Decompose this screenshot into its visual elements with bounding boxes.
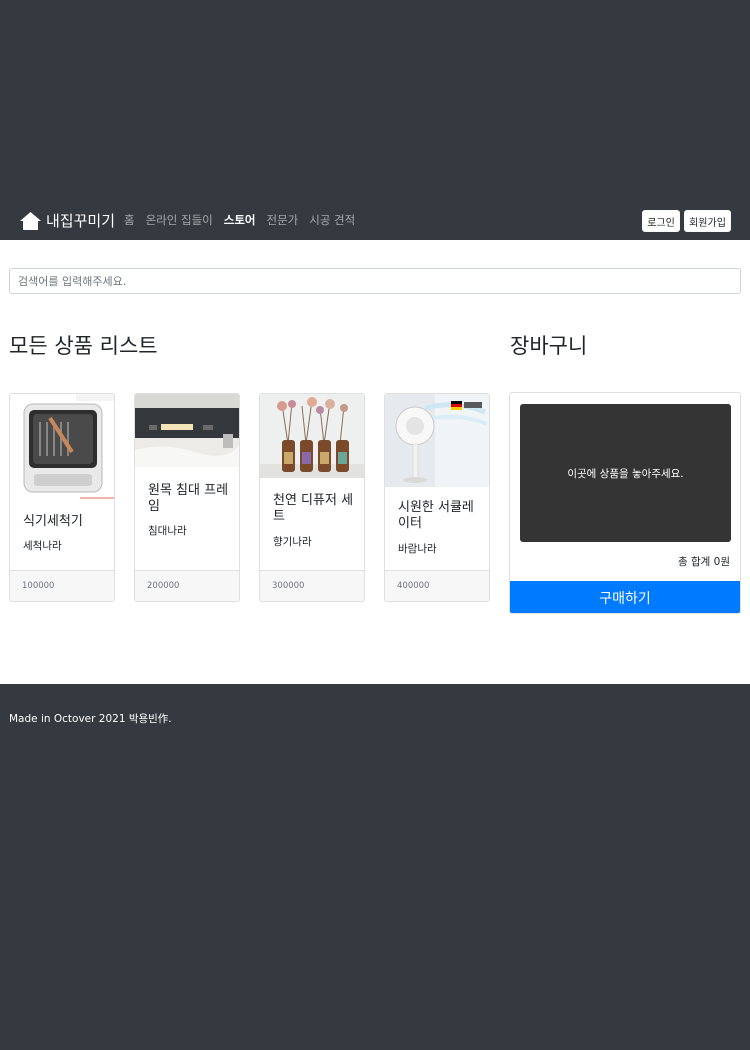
product-footer: 100000 [10,570,114,601]
circulator-image [385,394,489,487]
nav-link-construction-quote[interactable]: 시공 견적 [309,212,355,228]
nav-link-home[interactable]: 홈 [124,212,135,228]
buy-button[interactable]: 구매하기 [510,581,740,613]
nav-link-experts[interactable]: 전문가 [266,212,298,228]
main-content: 모든 상품 리스트 장바구니 식기세척기 세척나라 10000 [0,240,750,684]
login-button[interactable]: 로그인 [642,210,680,232]
product-name: 천연 디퓨저 세트 [273,493,354,524]
product-price: 200000 [147,581,180,591]
brand[interactable]: 내집꾸미기 [19,209,115,233]
dishwasher-image [10,394,114,500]
home-icon [20,212,41,230]
nav-link-store[interactable]: 스토어 [224,212,256,228]
product-brand: 침대나라 [148,525,187,537]
search-input[interactable] [9,268,741,294]
product-card-circulator[interactable]: 시원한 서큘레이터 바람나라 400000 [384,393,490,602]
product-footer: 200000 [135,570,239,601]
product-price: 300000 [272,581,305,591]
product-name: 원목 침대 프레임 [148,483,229,514]
bed-frame-image [135,394,239,467]
product-price: 100000 [22,581,55,591]
product-footer: 400000 [385,570,489,601]
product-card-dishwasher[interactable]: 식기세척기 세척나라 100000 [9,393,115,602]
product-footer: 300000 [260,570,364,601]
product-name: 시원한 서큘레이터 [398,500,474,531]
navbar: 내집꾸미기 홈 온라인 집들이 스토어 전문가 시공 견적 [0,200,750,240]
product-brand: 바람나라 [398,543,437,555]
brand-label: 내집꾸미기 [46,212,116,230]
cart-panel: 이곳에 상품을 놓아주세요. 총 합계 0원 구매하기 [509,392,741,614]
cart-title: 장바구니 [510,334,588,358]
footer-text: Made in Octover 2021 박용빈作. [9,713,172,725]
cart-drop-text: 이곳에 상품을 놓아주세요. [567,467,684,480]
diffuser-set-image [260,394,364,478]
product-card-diffuser-set[interactable]: 천연 디퓨저 세트 향기나라 300000 [259,393,365,602]
product-card-bed-frame[interactable]: 원목 침대 프레임 침대나라 200000 [134,393,240,602]
cart-total: 총 합계 0원 [678,556,730,568]
nav-links: 홈 온라인 집들이 스토어 전문가 시공 견적 [124,212,355,228]
products-title: 모든 상품 리스트 [9,334,158,358]
cart-drop-zone[interactable]: 이곳에 상품을 놓아주세요. [520,404,731,542]
nav-link-online-housewarming[interactable]: 온라인 집들이 [146,212,213,228]
product-name: 식기세척기 [23,514,83,529]
product-brand: 향기나라 [273,536,312,548]
product-price: 400000 [397,581,430,591]
signup-button[interactable]: 회원가입 [684,210,731,232]
product-brand: 세척나라 [23,540,62,552]
